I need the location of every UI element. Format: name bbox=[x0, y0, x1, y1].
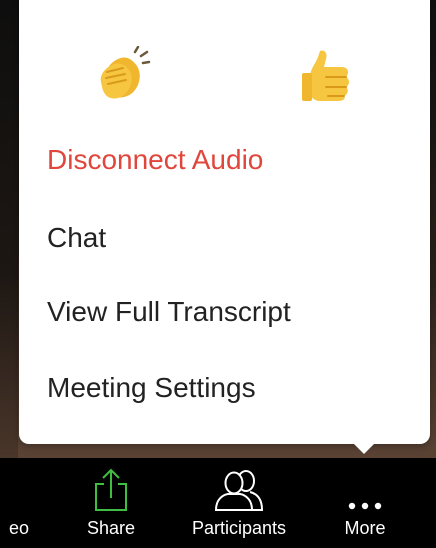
video-toolbar-button[interactable]: eo bbox=[0, 458, 40, 548]
video-background-left bbox=[0, 0, 18, 460]
popup-pointer-arrow bbox=[350, 440, 378, 454]
more-menu-popup: Disconnect Audio Chat View Full Transcri… bbox=[19, 0, 430, 444]
participants-icon bbox=[214, 470, 264, 511]
disconnect-audio-menu-item[interactable]: Disconnect Audio bbox=[47, 143, 263, 177]
view-full-transcript-menu-item[interactable]: View Full Transcript bbox=[47, 295, 291, 329]
more-dots-icon bbox=[348, 502, 382, 510]
more-label: More bbox=[344, 518, 386, 538]
share-label: Share bbox=[86, 518, 136, 538]
meeting-toolbar: eo Share Participants More bbox=[0, 458, 436, 548]
share-icon bbox=[95, 468, 127, 511]
participants-toolbar-button[interactable]: Participants bbox=[184, 458, 294, 548]
reactions-row bbox=[19, 42, 430, 106]
thumbs-up-reaction-button[interactable] bbox=[295, 42, 359, 106]
participants-label: Participants bbox=[191, 518, 287, 538]
clapping-hands-icon bbox=[100, 46, 151, 99]
share-toolbar-button[interactable]: Share bbox=[78, 458, 144, 548]
thumbs-up-icon bbox=[302, 50, 349, 101]
video-label: eo bbox=[8, 518, 30, 538]
clap-reaction-button[interactable] bbox=[93, 42, 157, 106]
chat-menu-item[interactable]: Chat bbox=[47, 221, 106, 255]
more-toolbar-button[interactable]: More bbox=[334, 458, 396, 548]
meeting-settings-menu-item[interactable]: Meeting Settings bbox=[47, 371, 256, 405]
